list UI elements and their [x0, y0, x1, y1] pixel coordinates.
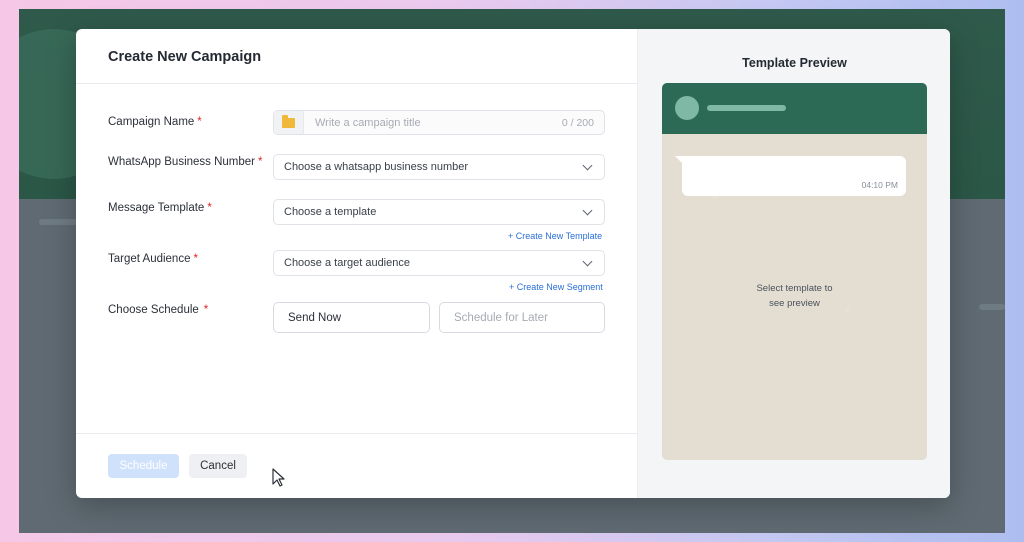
message-template-select[interactable]: Choose a template	[273, 199, 605, 225]
create-campaign-modal: Create New Campaign Campaign Name * Write…	[76, 29, 950, 498]
choose-schedule-label: Choose Schedule *	[108, 304, 209, 316]
business-number-value: Choose a whatsapp business number	[284, 161, 469, 173]
message-template-label: Message Template *	[108, 202, 212, 214]
preview-title: Template Preview	[742, 56, 847, 70]
cancel-button[interactable]: Cancel	[189, 454, 247, 478]
phone-preview: 04:10 PM Select template to see preview	[662, 83, 927, 460]
avatar	[675, 96, 699, 120]
character-counter: 0 / 200	[561, 116, 594, 129]
business-number-select[interactable]: Choose a whatsapp business number	[273, 154, 605, 180]
campaign-form-panel: Create New Campaign Campaign Name * Write…	[76, 29, 637, 498]
contact-name-placeholder	[707, 105, 786, 111]
folder-icon	[282, 114, 295, 128]
required-mark: *	[207, 202, 212, 214]
required-mark: *	[258, 156, 263, 168]
chevron-down-icon	[582, 256, 593, 266]
business-number-label: WhatsApp Business Number *	[108, 156, 263, 168]
folder-button[interactable]	[274, 111, 304, 134]
preview-hint: Select template to see preview	[756, 283, 833, 309]
message-bubble: 04:10 PM	[675, 156, 906, 196]
divider	[76, 83, 637, 84]
chevron-down-icon	[582, 160, 593, 170]
campaign-name-input[interactable]: Write a campaign title 0 / 200	[273, 110, 605, 135]
chat-header	[662, 83, 927, 134]
create-new-template-link[interactable]: + Create New Template	[508, 231, 602, 241]
send-now-button[interactable]: Send Now	[273, 302, 430, 333]
background-decoration	[979, 304, 1005, 310]
divider	[76, 433, 637, 434]
campaign-name-placeholder: Write a campaign title	[315, 116, 421, 129]
schedule-for-later-button[interactable]: Schedule for Later	[439, 302, 605, 333]
target-audience-value: Choose a target audience	[284, 257, 410, 269]
chevron-down-icon	[582, 205, 593, 215]
required-mark: *	[197, 116, 202, 128]
required-mark: *	[193, 253, 198, 265]
campaign-name-label: Campaign Name *	[108, 116, 202, 128]
target-audience-select[interactable]: Choose a target audience	[273, 250, 605, 276]
template-preview-panel: Template Preview 04:10 PM Select templat…	[637, 29, 950, 498]
required-mark: *	[203, 304, 209, 316]
schedule-button[interactable]: Schedule	[108, 454, 179, 478]
message-template-value: Choose a template	[284, 206, 377, 218]
mouse-pointer-icon	[272, 468, 285, 487]
modal-title: Create New Campaign	[108, 49, 262, 65]
target-audience-label: Target Audience *	[108, 253, 198, 265]
create-new-segment-link[interactable]: + Create New Segment	[509, 282, 603, 292]
message-time: 04:10 PM	[861, 180, 898, 190]
